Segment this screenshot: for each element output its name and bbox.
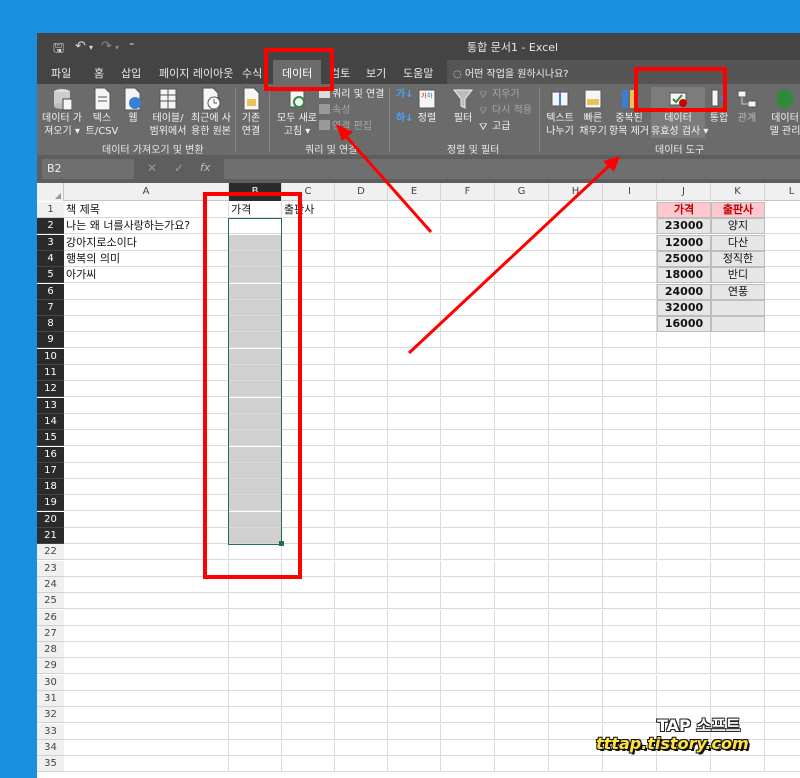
annotation-arrows xyxy=(336,124,620,355)
watermark-url: tttap.tistory.com xyxy=(596,734,749,753)
arrow-to-queries xyxy=(343,134,433,233)
watermark-brand: TAP 소프트 xyxy=(657,716,741,735)
arrow-to-validation xyxy=(407,163,612,355)
arrowhead-icon xyxy=(336,124,353,141)
